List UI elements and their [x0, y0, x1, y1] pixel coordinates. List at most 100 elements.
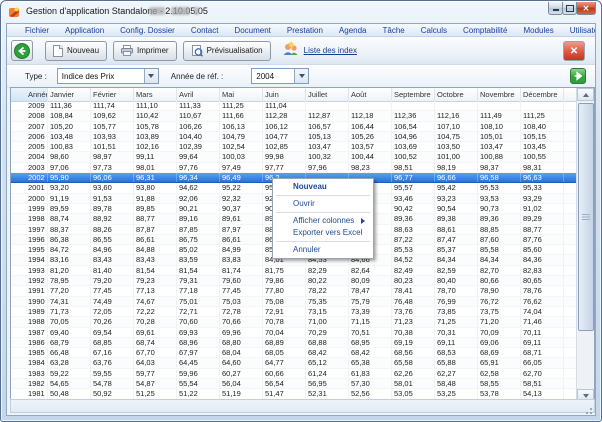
menubar-item-utilisateur[interactable]: Utilisateur — [562, 26, 596, 35]
table-cell: 104,96 — [392, 132, 435, 141]
maximize-button[interactable] — [562, 2, 577, 15]
minimize-button[interactable] — [548, 2, 563, 15]
menubar-item-config-dossier[interactable]: Config. Dossier — [112, 26, 183, 35]
table-cell: 88,77 — [134, 214, 177, 223]
context-menu-item-nouveau[interactable]: Nouveau — [273, 181, 373, 193]
close-window-button[interactable]: ✕ — [576, 2, 596, 15]
menubar-item-fichier[interactable]: Fichier — [17, 26, 57, 35]
menubar-item-prestation[interactable]: Prestation — [279, 26, 331, 35]
year-cell: 1983 — [11, 369, 48, 378]
imprimer-button[interactable]: Imprimer — [113, 41, 177, 61]
column-header-mai[interactable]: Mai — [220, 88, 263, 101]
close-view-button[interactable]: ✕ — [563, 41, 585, 61]
table-cell: 55,54 — [177, 379, 220, 388]
menubar-item-agenda[interactable]: Agenda — [331, 26, 375, 35]
table-cell: 81,54 — [134, 266, 177, 275]
table-row[interactable]: 199381,2081,4081,5481,5481,7481,7582,298… — [11, 266, 577, 276]
menubar-item-modules[interactable]: Modules — [515, 26, 561, 35]
table-row[interactable]: 2008108,84109,62110,42110,67111,66112,28… — [11, 111, 577, 121]
context-menu-item-afficher-colonnes[interactable]: Afficher colonnes — [273, 215, 373, 227]
table-row[interactable]: 198254,6554,7854,8755,5456,0456,5456,955… — [11, 379, 577, 389]
table-row[interactable]: 2005100,83101,51102,16102,39102,54102,85… — [11, 142, 577, 152]
table-cell: 60,27 — [220, 369, 263, 378]
table-cell: 92,32 — [220, 194, 263, 203]
back-button[interactable] — [11, 40, 33, 61]
table-row[interactable]: 198769,4069,5469,6169,9369,9670,0470,297… — [11, 328, 577, 338]
table-row[interactable]: 2007105,20105,77105,78106,26106,13106,12… — [11, 122, 577, 132]
table-cell: 68,56 — [392, 348, 435, 357]
table-cell: 92,06 — [177, 194, 220, 203]
column-header-aout[interactable]: Août — [349, 88, 392, 101]
table-cell: 70,38 — [392, 328, 435, 337]
column-header-janvier[interactable]: Janvier — [48, 88, 91, 101]
column-header-annee[interactable]: Année — [11, 88, 48, 101]
column-header-juillet[interactable]: Juillet — [306, 88, 349, 101]
minimize-icon — [553, 9, 559, 11]
table-cell: 96,77 — [392, 173, 435, 182]
table-cell: 102,39 — [177, 142, 220, 151]
table-cell: 69,40 — [48, 328, 91, 337]
menubar-item-comptabilite[interactable]: Comptabilité — [455, 26, 515, 35]
column-header-fevrier[interactable]: Février — [91, 88, 134, 101]
table-cell: 105,26 — [349, 132, 392, 141]
table-cell: 97,96 — [306, 163, 349, 172]
table-row[interactable]: 198566,4867,1667,7067,9768,0468,0568,426… — [11, 348, 577, 358]
table-cell: 90,37 — [220, 204, 263, 213]
table-row[interactable]: 198971,7372,0572,2272,7172,7872,9173,157… — [11, 307, 577, 317]
table-cell: 104,75 — [435, 132, 478, 141]
scrollbar-thumb[interactable] — [578, 103, 594, 331]
table-cell: 80,65 — [521, 276, 564, 285]
table-cell: 103,93 — [91, 132, 134, 141]
context-menu-item-exporter-vers-excel[interactable]: Exporter vers Excel — [273, 227, 373, 239]
menubar-item-calculs[interactable]: Calculs — [413, 26, 455, 35]
context-menu-item-annuler[interactable]: Annuler — [273, 244, 373, 256]
table-row[interactable]: 2009111,36111,74111,10111,33111,25111,04 — [11, 101, 577, 111]
previsualisation-button[interactable]: Prévisualisation — [183, 41, 271, 61]
table-row[interactable]: 198359,2259,5559,7759,9660,2760,6661,246… — [11, 369, 577, 379]
column-header-septembre[interactable]: Septembre — [392, 88, 435, 101]
table-cell: 96,49 — [220, 173, 263, 182]
table-row[interactable]: 199074,3174,4974,6775,0175,0375,0875,357… — [11, 297, 577, 307]
liste-des-index-link[interactable]: Liste des index — [304, 46, 357, 55]
year-cell: 2003 — [11, 163, 48, 172]
table-cell: 73,39 — [349, 307, 392, 316]
table-row[interactable]: 200498,6098,9799,1199,64100,0399,98100,3… — [11, 152, 577, 162]
column-header-novembre[interactable]: Novembre — [478, 88, 521, 101]
table-cell: 75,35 — [306, 297, 349, 306]
menubar-item-tache[interactable]: Tâche — [375, 26, 413, 35]
table-cell: 51,22 — [177, 389, 220, 398]
menubar-item-document[interactable]: Document — [226, 26, 278, 35]
table-row[interactable]: 198870,0570,2670,2870,6070,6670,7871,007… — [11, 317, 577, 327]
column-header-juin[interactable]: Juin — [263, 88, 306, 101]
title-bar[interactable]: Gestion d'application Standalone - 2.10.… — [1, 1, 601, 23]
column-header-decembre[interactable]: Décembre — [521, 88, 564, 101]
context-menu-item-ouvrir[interactable]: Ouvrir — [273, 198, 373, 210]
year-cell: 2002 — [11, 173, 48, 182]
menubar-item-application[interactable]: Application — [57, 26, 112, 35]
annee-ref-combobox[interactable]: 2004 — [251, 68, 309, 84]
table-cell: 95,57 — [392, 183, 435, 192]
column-header-mars[interactable]: Mars — [134, 88, 177, 101]
table-row[interactable]: 199278,9579,2079,2379,3179,6079,8680,228… — [11, 276, 577, 286]
scroll-up-button[interactable] — [577, 88, 594, 101]
table-cell: 100,52 — [392, 152, 435, 161]
type-combobox[interactable]: Indice des Prix — [57, 68, 159, 84]
go-button[interactable] — [570, 68, 586, 84]
table-cell: 99,98 — [263, 152, 306, 161]
chevron-down-icon[interactable] — [144, 69, 158, 83]
table-row[interactable]: 198463,2863,7664,0364,4564,6064,7765,126… — [11, 358, 577, 368]
vertical-scrollbar[interactable] — [576, 88, 594, 402]
chevron-down-icon[interactable] — [294, 69, 308, 83]
table-cell: 84,34 — [435, 255, 478, 264]
resize-grip[interactable] — [584, 402, 593, 411]
new-document-icon — [53, 45, 63, 57]
table-row[interactable]: 2006103,48103,93103,89104,40104,79104,77… — [11, 132, 577, 142]
menubar-item-contact[interactable]: Contact — [183, 26, 227, 35]
table-row[interactable]: 198668,7968,8568,7468,9668,8068,8968,886… — [11, 338, 577, 348]
column-header-octobre[interactable]: Octobre — [435, 88, 478, 101]
column-header-avril[interactable]: Avril — [177, 88, 220, 101]
table-cell: 77,18 — [177, 286, 220, 295]
table-row[interactable]: 200397,0697,7398,0197,7697,4997,7797,969… — [11, 163, 577, 173]
table-row[interactable]: 199177,2077,4577,1377,1877,4577,8078,227… — [11, 286, 577, 296]
nouveau-button[interactable]: Nouveau — [45, 41, 107, 61]
